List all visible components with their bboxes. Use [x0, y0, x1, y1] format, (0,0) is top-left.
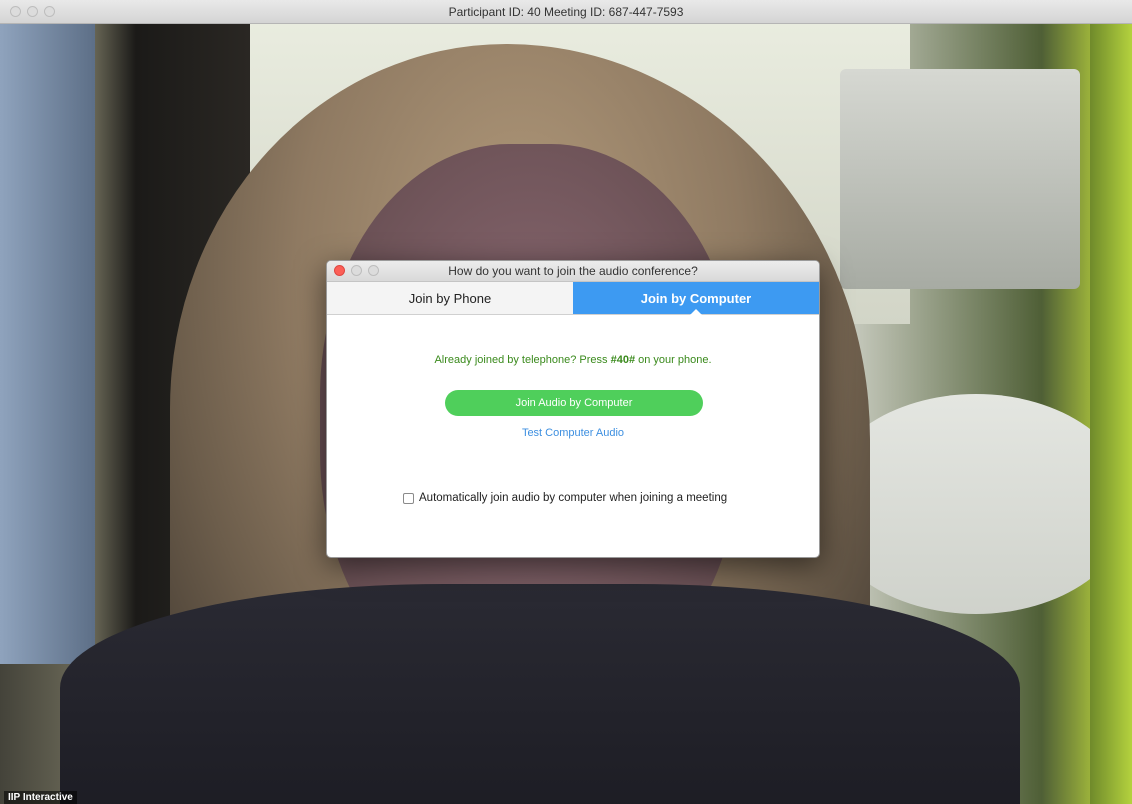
background-green-wall: [1090, 24, 1132, 804]
dialog-title: How do you want to join the audio confer…: [448, 264, 698, 278]
participant-name-label: IIP Interactive: [4, 791, 77, 804]
window-title: Participant ID: 40 Meeting ID: 687-447-7…: [448, 5, 684, 19]
tab-join-by-phone[interactable]: Join by Phone: [327, 282, 573, 314]
join-audio-by-computer-button[interactable]: Join Audio by Computer: [445, 390, 703, 416]
dialog-titlebar: How do you want to join the audio confer…: [327, 261, 819, 282]
background-person: [0, 24, 95, 664]
dialog-tabs: Join by Phone Join by Computer: [327, 282, 819, 315]
audio-join-dialog: How do you want to join the audio confer…: [326, 260, 820, 558]
notice-prefix: Already joined by telephone? Press: [434, 354, 611, 366]
participant-shirt: [60, 584, 1020, 804]
notice-code: #40#: [610, 354, 636, 366]
test-computer-audio-link[interactable]: Test Computer Audio: [327, 427, 819, 439]
auto-join-option[interactable]: Automatically join audio by computer whe…: [403, 492, 727, 504]
notice-suffix: on your phone.: [635, 354, 712, 366]
main-window-titlebar: Participant ID: 40 Meeting ID: 687-447-7…: [0, 0, 1132, 24]
auto-join-checkbox[interactable]: [403, 492, 414, 504]
dialog-body: Already joined by telephone? Press #40# …: [327, 315, 819, 557]
telephone-notice: Already joined by telephone? Press #40# …: [327, 354, 819, 366]
tab-join-by-computer[interactable]: Join by Computer: [573, 282, 819, 315]
auto-join-label: Automatically join audio by computer whe…: [419, 492, 728, 504]
background-printer: [840, 69, 1080, 289]
